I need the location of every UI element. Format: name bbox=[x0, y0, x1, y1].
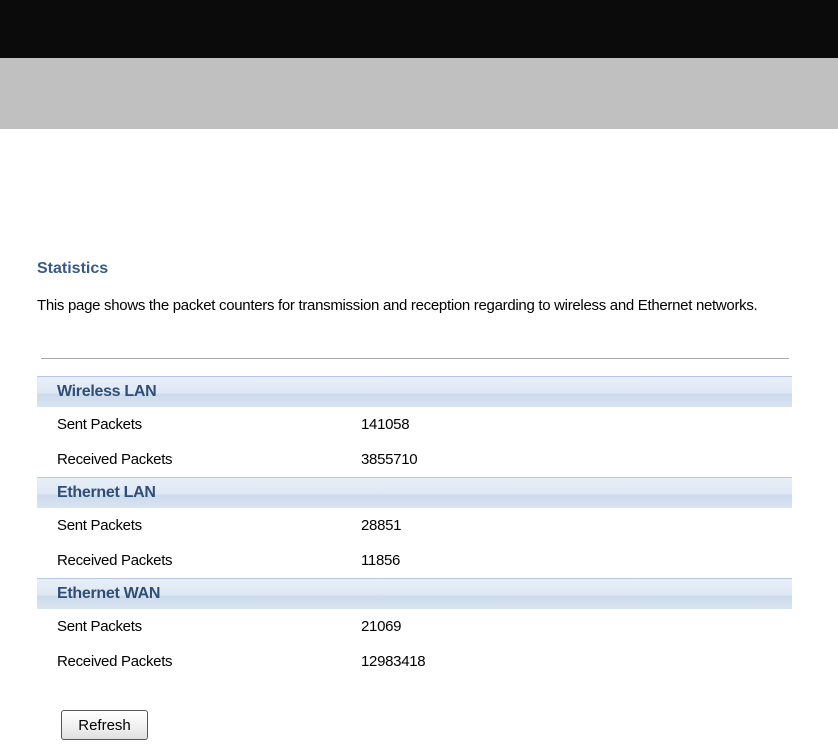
page-title: Statistics bbox=[37, 260, 109, 277]
row-value: 11856 bbox=[361, 552, 401, 569]
row-label: Received Packets bbox=[57, 552, 173, 569]
section-header-ethernet-lan: Ethernet LAN bbox=[37, 477, 792, 508]
page-description: This page shows the packet counters for … bbox=[37, 297, 758, 314]
row-value: 12983418 bbox=[361, 653, 426, 670]
row-value: 3855710 bbox=[361, 451, 418, 468]
row-value: 21069 bbox=[361, 618, 402, 635]
row-label: Sent Packets bbox=[57, 517, 142, 534]
statistics-table: Wireless LAN Sent Packets 141058 Receive… bbox=[37, 376, 792, 679]
refresh-button[interactable]: Refresh bbox=[61, 710, 148, 740]
top-banner bbox=[0, 0, 838, 58]
row-label: Sent Packets bbox=[57, 618, 142, 635]
table-row: Received Packets 12983418 bbox=[37, 644, 792, 679]
table-row: Sent Packets 141058 bbox=[37, 407, 792, 442]
row-label: Received Packets bbox=[57, 451, 173, 468]
section-title: Ethernet WAN bbox=[57, 585, 161, 602]
table-row: Sent Packets 21069 bbox=[37, 609, 792, 644]
row-label: Sent Packets bbox=[57, 416, 142, 433]
divider bbox=[41, 358, 789, 359]
table-row: Received Packets 11856 bbox=[37, 543, 792, 578]
row-value: 28851 bbox=[361, 517, 402, 534]
row-value: 141058 bbox=[361, 416, 410, 433]
section-header-wireless-lan: Wireless LAN bbox=[37, 376, 792, 407]
row-label: Received Packets bbox=[57, 653, 173, 670]
table-row: Sent Packets 28851 bbox=[37, 508, 792, 543]
section-header-ethernet-wan: Ethernet WAN bbox=[37, 578, 792, 609]
navigation-bar bbox=[0, 58, 838, 129]
table-row: Received Packets 3855710 bbox=[37, 442, 792, 477]
main-content: Statistics This page shows the packet co… bbox=[37, 258, 797, 740]
section-title: Wireless LAN bbox=[57, 383, 157, 400]
section-title: Ethernet LAN bbox=[57, 484, 156, 501]
